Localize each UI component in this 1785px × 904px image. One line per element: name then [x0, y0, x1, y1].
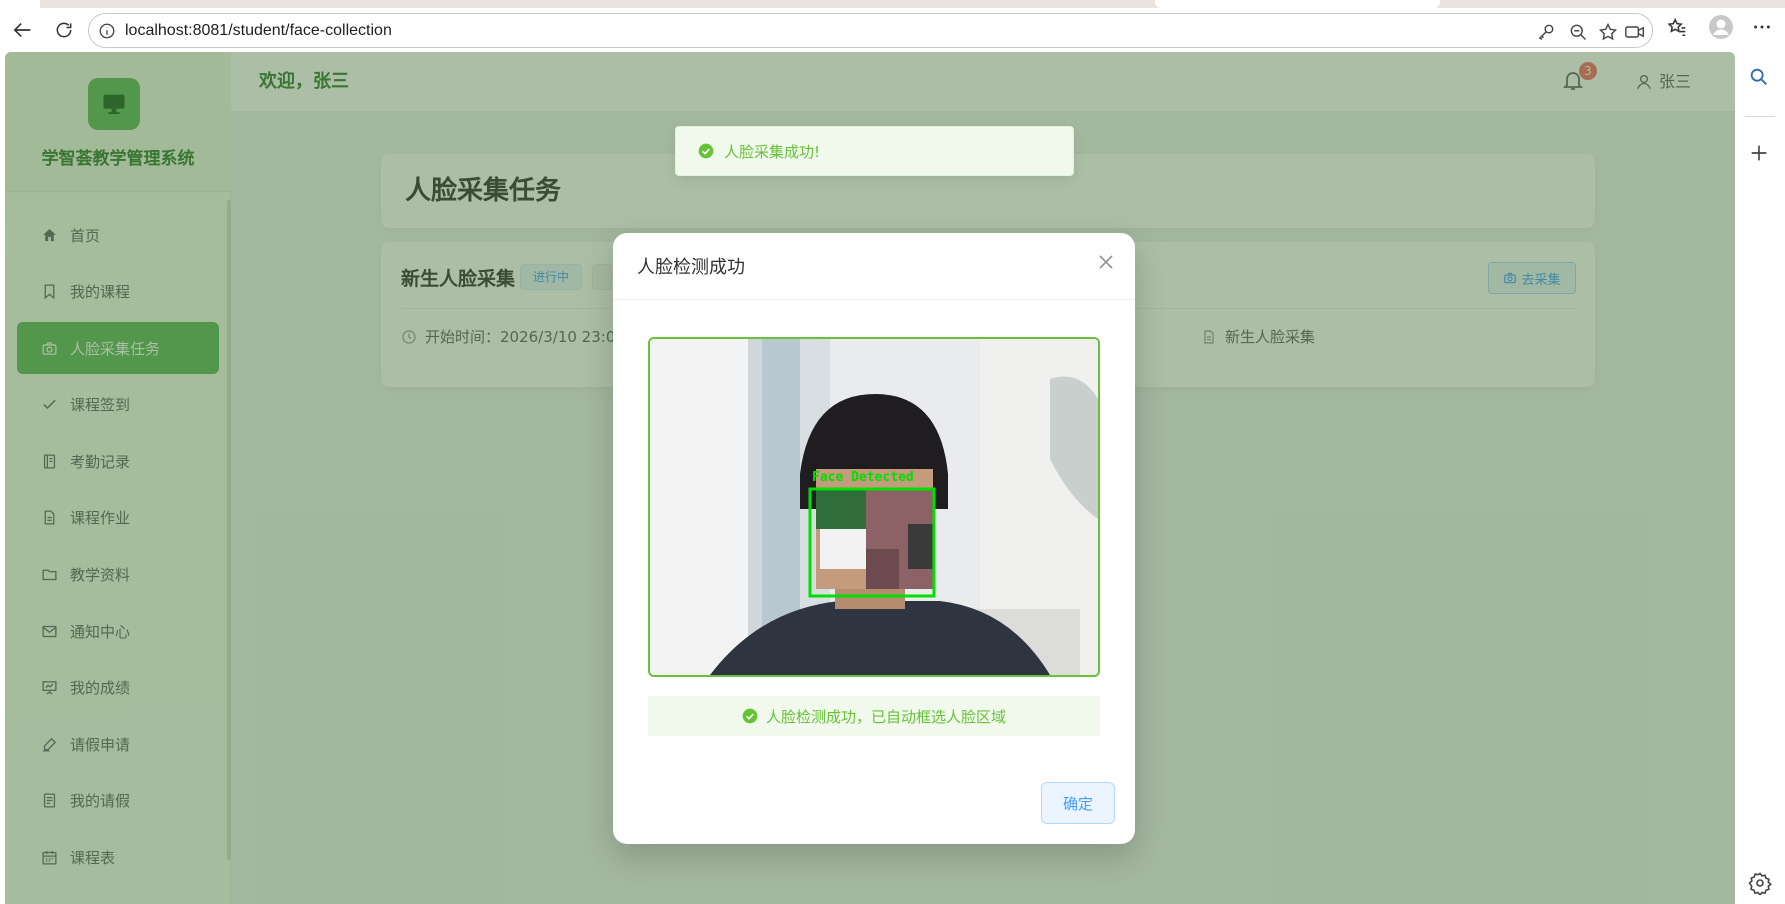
success-toast: 人脸采集成功! — [675, 126, 1074, 176]
dialog-title: 人脸检测成功 — [637, 257, 745, 278]
side-panel-divider — [1745, 116, 1775, 117]
face-detected-label: Face Detected — [812, 470, 914, 485]
confirm-button[interactable]: 确定 — [1041, 782, 1115, 824]
password-key-icon[interactable] — [1536, 22, 1556, 46]
camera-preview: Face Detected — [648, 337, 1100, 677]
toast-message: 人脸采集成功! — [724, 142, 821, 161]
zoom-out-icon[interactable] — [1568, 22, 1588, 46]
browser-side-panel — [1735, 52, 1785, 904]
address-bar[interactable]: localhost:8081/student/face-collection — [88, 13, 1653, 48]
face-detect-dialog: 人脸检测成功 Face Detected 人脸检测成功，已自动框选人脸区域 确定 — [613, 233, 1135, 844]
search-icon[interactable] — [1748, 66, 1770, 92]
profile-avatar-icon[interactable] — [1708, 14, 1734, 44]
reload-icon[interactable] — [49, 16, 79, 44]
close-icon[interactable] — [1097, 253, 1115, 271]
dialog-divider — [613, 299, 1135, 300]
browser-tab-left[interactable] — [0, 0, 40, 8]
site-info-icon[interactable] — [98, 22, 116, 44]
back-icon[interactable] — [8, 16, 38, 44]
favorites-icon[interactable] — [1666, 16, 1688, 42]
browser-tab-strip — [0, 0, 1785, 8]
success-check-icon — [698, 143, 714, 159]
url-text[interactable]: localhost:8081/student/face-collection — [125, 14, 392, 47]
browser-toolbar: localhost:8081/student/face-collection — [0, 8, 1785, 52]
detection-message: 人脸检测成功，已自动框选人脸区域 — [648, 696, 1100, 736]
more-options-icon[interactable] — [1751, 16, 1773, 42]
settings-gear-icon[interactable] — [1748, 871, 1772, 899]
favorite-star-icon[interactable] — [1598, 22, 1618, 46]
app-viewport: 学智荟教学管理系统 首页 我的课程 人脸采集任务 课程签到 考勤记录 课程作业 … — [5, 52, 1735, 904]
success-check-icon — [742, 708, 758, 724]
add-icon[interactable] — [1748, 142, 1770, 168]
browser-tab-active[interactable] — [1155, 0, 1440, 8]
camera-frame-image: Face Detected — [650, 339, 1098, 675]
camera-in-use-icon[interactable] — [1624, 22, 1646, 46]
detection-message-text: 人脸检测成功，已自动框选人脸区域 — [765, 707, 1006, 726]
